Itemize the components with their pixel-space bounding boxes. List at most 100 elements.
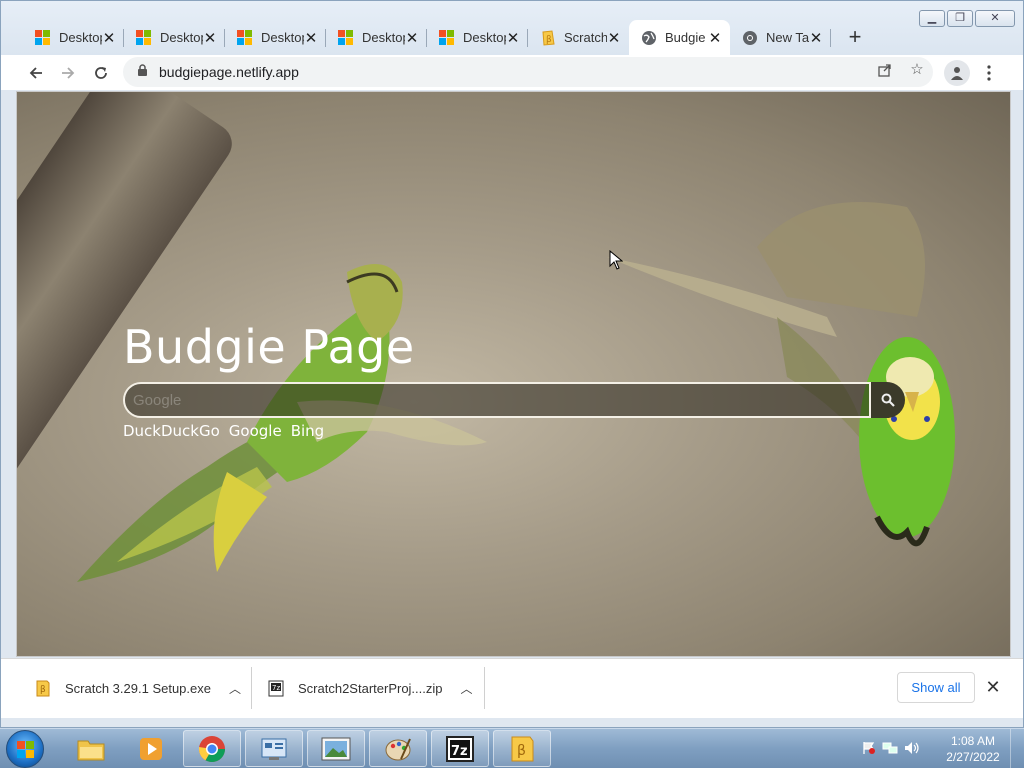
tab-list: Desktop ✕ Desktop ✕ Desktop ✕ Desktop ✕ … [23, 20, 871, 55]
tab-close-icon[interactable]: ✕ [607, 29, 621, 47]
svg-text:7z: 7z [272, 684, 280, 692]
picture-icon [321, 737, 351, 760]
clock-time: 1:08 AM [950, 734, 996, 748]
engine-duckduckgo-link[interactable]: DuckDuckGo [123, 422, 220, 440]
tab-close-icon[interactable]: ✕ [809, 29, 823, 47]
microsoft-icon [136, 29, 152, 46]
scratch-file-icon: β [35, 680, 51, 697]
action-center-flag-icon[interactable] [862, 741, 876, 758]
tab-close-icon[interactable]: ✕ [506, 29, 520, 47]
paint-taskbar-button[interactable] [369, 730, 427, 767]
globe-icon [641, 30, 657, 46]
mouse-cursor-icon [609, 250, 623, 270]
tab-desktop[interactable]: Desktop ✕ [225, 20, 326, 55]
svg-text:β: β [40, 685, 46, 695]
search-input[interactable] [123, 382, 871, 418]
folder-icon [77, 740, 105, 760]
microsoft-icon [237, 29, 253, 46]
tab-budgie[interactable]: Budgie ✕ [629, 20, 730, 55]
tab-title: Budgie [665, 30, 706, 45]
scratch-taskbar-button[interactable]: β [493, 730, 551, 767]
windows-logo-icon [17, 741, 34, 758]
tab-scratch[interactable]: β Scratch ✕ [528, 20, 629, 55]
clock[interactable]: 1:08 AM 2/27/2022 [942, 733, 1004, 765]
menu-kebab-icon[interactable] [976, 60, 1002, 86]
engine-google-link[interactable]: Google [229, 422, 282, 440]
tab-close-icon[interactable]: ✕ [304, 29, 318, 47]
7zip-icon: 7z [446, 735, 474, 762]
media-player-taskbar-button[interactable] [122, 730, 180, 767]
tab-title: New Tab [766, 30, 809, 45]
chrome-icon [742, 30, 758, 46]
reload-icon[interactable] [88, 60, 114, 86]
paint-palette-icon [385, 738, 411, 760]
show-all-button[interactable]: Show all [897, 672, 975, 703]
tab-close-icon[interactable]: ✕ [708, 29, 722, 47]
svg-text:β: β [517, 743, 526, 759]
bookmark-star-icon[interactable]: ☆ [904, 57, 930, 83]
chevron-up-icon[interactable]: ︿ [461, 680, 473, 697]
minimize-button[interactable]: ▁ [919, 10, 945, 27]
control-panel-icon [261, 738, 287, 760]
tab-close-icon[interactable]: ✕ [405, 29, 419, 47]
new-tab-button[interactable]: + [839, 20, 871, 55]
tab-close-icon[interactable]: ✕ [203, 29, 217, 47]
tab-title: Desktop [463, 30, 506, 45]
back-icon[interactable] [23, 60, 49, 86]
chevron-up-icon[interactable]: ︿ [229, 680, 241, 697]
svg-text:β: β [546, 35, 552, 45]
network-icon[interactable] [882, 741, 898, 758]
tab-title: Desktop [160, 30, 203, 45]
photo-viewer-taskbar-button[interactable] [307, 730, 365, 767]
microsoft-icon [35, 29, 51, 46]
volume-icon[interactable] [904, 741, 920, 758]
tab-desktop[interactable]: Desktop ✕ [326, 20, 427, 55]
address-bar[interactable]: budgiepage.netlify.app [123, 57, 933, 87]
engine-bing-link[interactable]: Bing [291, 422, 325, 440]
download-bar: β Scratch 3.29.1 Setup.exe ︿ 7z Scratch2… [1, 658, 1023, 718]
browser-toolbar: budgiepage.netlify.app ☆ [1, 55, 1023, 90]
tab-strip: ▁ ❐ ✕ Desktop ✕ Desktop ✕ Desktop ✕ Desk… [1, 1, 1023, 55]
tab-close-icon[interactable]: ✕ [102, 29, 116, 47]
tab-desktop[interactable]: Desktop ✕ [124, 20, 225, 55]
show-desktop-button[interactable] [1010, 729, 1024, 768]
profile-avatar-icon[interactable] [944, 60, 970, 86]
tab-title: Desktop [261, 30, 304, 45]
search-engine-list: DuckDuckGo Google Bing [123, 422, 324, 440]
svg-text:7z: 7z [451, 744, 468, 759]
explorer-taskbar-button[interactable] [62, 730, 120, 767]
tab-desktop[interactable]: Desktop ✕ [427, 20, 528, 55]
clock-date: 2/27/2022 [946, 750, 1000, 764]
tab-title: Desktop [59, 30, 102, 45]
budgie-right-image [607, 202, 955, 547]
share-icon[interactable] [872, 57, 898, 83]
address-text[interactable]: budgiepage.netlify.app [159, 64, 299, 80]
browser-window: ▁ ❐ ✕ Desktop ✕ Desktop ✕ Desktop ✕ Desk… [0, 0, 1024, 728]
start-button[interactable] [6, 730, 44, 768]
search-button[interactable] [871, 382, 905, 418]
close-icon[interactable]: ✕ [984, 677, 1002, 698]
microsoft-icon [338, 29, 354, 46]
download-item[interactable]: β Scratch 3.29.1 Setup.exe ︿ [35, 659, 241, 717]
chrome-icon [198, 735, 226, 762]
7zip-taskbar-button[interactable]: 7z [431, 730, 489, 767]
scratch-icon: β [540, 29, 556, 46]
download-filename: Scratch 3.29.1 Setup.exe [65, 680, 211, 696]
tab-desktop[interactable]: Desktop ✕ [23, 20, 124, 55]
media-player-icon [140, 737, 162, 760]
control-panel-taskbar-button[interactable] [245, 730, 303, 767]
page-title: Budgie Page [123, 320, 415, 374]
window-controls: ▁ ❐ ✕ [917, 10, 1015, 27]
tab-title: Desktop [362, 30, 405, 45]
tab-new-tab[interactable]: New Tab ✕ [730, 20, 831, 55]
search-bar [123, 382, 905, 418]
divider [484, 667, 485, 709]
forward-icon[interactable] [55, 60, 81, 86]
window-close-button[interactable]: ✕ [975, 10, 1015, 27]
zip-file-icon: 7z [268, 680, 284, 697]
maximize-button[interactable]: ❐ [947, 10, 973, 27]
chrome-taskbar-button[interactable] [183, 730, 241, 767]
lock-icon[interactable] [137, 64, 149, 80]
download-item[interactable]: 7z Scratch2StarterProj....zip ︿ [268, 659, 473, 717]
scratch-icon: β [511, 736, 534, 761]
